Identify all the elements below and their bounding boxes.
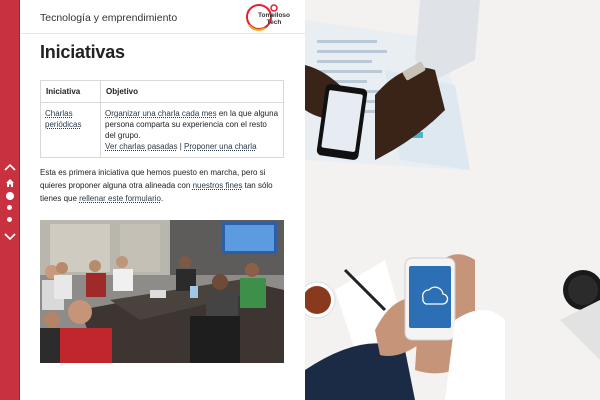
logo-line-1: Tomelloso [257, 12, 291, 19]
tomelloso-tech-logo[interactable]: Tomelloso Tech [245, 3, 293, 31]
content-panel: Tecnología y emprendimiento Tomelloso Te… [21, 0, 305, 400]
slide-dot-active[interactable] [6, 192, 14, 200]
page-title: Iniciativas [40, 42, 125, 62]
fill-form-link[interactable]: rellenar este formulario [79, 194, 161, 203]
hero-photo [305, 0, 600, 400]
intro-paragraph: Esta es primera iniciativa que hemos pue… [40, 166, 286, 205]
initiative-name-line-2[interactable]: periódicas [45, 120, 81, 129]
logo-line-2: Tech [266, 19, 282, 26]
column-header-initiative: Iniciativa [40, 80, 101, 103]
initiative-link-charlas[interactable]: Charlas periódicas [45, 109, 81, 129]
initiative-objective-cell: Organizar una charla cada mes en la que … [100, 102, 284, 158]
organize-talk-link[interactable]: Organizar una charla cada mes [105, 109, 217, 118]
initiative-name-line-1[interactable]: Charlas [45, 109, 73, 118]
initiatives-table: Iniciativa Objetivo Charlas periódicas Or… [40, 80, 284, 158]
site-title[interactable]: Tecnología y emprendimiento [40, 12, 177, 24]
table-header-row: Iniciativa Objetivo [40, 80, 284, 103]
paragraph-text-3: . [160, 194, 164, 203]
column-header-objective: Objetivo [100, 80, 284, 103]
slide-navigation-sidebar [0, 0, 20, 400]
chevron-down-icon[interactable] [2, 230, 18, 244]
past-talks-link[interactable]: Ver charlas pasadas [105, 142, 178, 151]
chevron-up-icon[interactable] [2, 160, 18, 174]
logo-text: Tomelloso Tech [257, 12, 291, 26]
slide-dot[interactable] [7, 205, 12, 210]
propose-talk-link[interactable]: Proponer una charla [184, 142, 257, 151]
header: Tecnología y emprendimiento Tomelloso Te… [21, 0, 305, 34]
initiative-name-cell: Charlas periódicas [40, 102, 101, 158]
meeting-photo [40, 220, 284, 363]
home-icon[interactable] [2, 176, 18, 190]
slide-dot[interactable] [7, 217, 12, 222]
table-row: Charlas periódicas Organizar una charla c… [40, 102, 284, 158]
our-aims-link[interactable]: nuestros fines [193, 181, 243, 190]
